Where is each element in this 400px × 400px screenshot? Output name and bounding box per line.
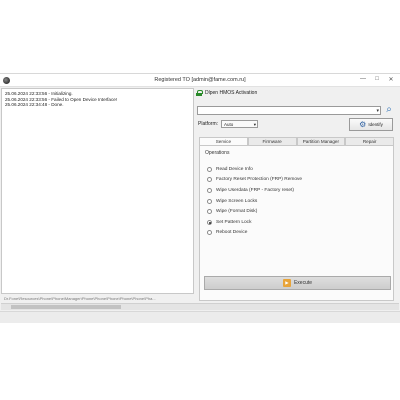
service-panel: Operations Read Device Info Factory Rese… <box>199 145 394 301</box>
operation-frp-remove[interactable]: Factory Reset Protection (FRP) Remove <box>207 175 302 186</box>
tab-partition-manager[interactable]: Partition Manager <box>296 137 346 145</box>
execute-icon: ▶ <box>282 279 291 287</box>
model-select[interactable]: ▾ <box>197 106 381 115</box>
operation-wipe-format-disk[interactable]: Wipe (Format Disk) <box>207 206 302 217</box>
title-bar: Registered TO [admin@fame.com.ru] — □ ✕ <box>0 74 400 87</box>
app-window: Registered TO [admin@fame.com.ru] — □ ✕ … <box>0 73 400 323</box>
minimize-button[interactable]: — <box>356 76 370 82</box>
lock-icon <box>196 90 203 96</box>
operation-set-pattern-lock[interactable]: Set Pattern Lock <box>207 217 302 228</box>
maximize-button[interactable]: □ <box>370 76 384 82</box>
operations-list: Read Device Info Factory Reset Protectio… <box>207 164 302 238</box>
radio-button[interactable] <box>207 187 212 193</box>
platform-select[interactable]: Auto ▾ <box>221 120 259 128</box>
tool-panel: Dlpen HMOS Activation ▾ ⌕ Platform: Auto… <box>196 88 399 303</box>
activation-link[interactable]: Dlpen HMOS Activation <box>196 89 257 97</box>
search-icon: ⌕ <box>386 104 392 115</box>
status-bar <box>0 311 400 323</box>
tab-bar: Service Firmware Partition Manager Repai… <box>199 137 394 145</box>
tab-firmware[interactable]: Firmware <box>247 137 297 145</box>
radio-button-selected[interactable] <box>207 219 212 225</box>
radio-button[interactable] <box>207 198 212 204</box>
gear-icon: ⚙ <box>359 119 367 129</box>
tab-service[interactable]: Service <box>199 137 248 145</box>
scrollbar-thumb[interactable] <box>11 305 121 309</box>
operation-label: Set Pattern Lock <box>216 219 252 225</box>
operation-wipe-userdata[interactable]: Wipe Userdata (FRP - Factory reset) <box>207 185 302 196</box>
chevron-down-icon: ▾ <box>253 122 257 127</box>
operation-label: Factory Reset Protection (FRP) Remove <box>216 177 303 183</box>
operation-label: Read Device Info <box>216 166 253 172</box>
close-button[interactable]: ✕ <box>384 76 398 83</box>
log-panel[interactable]: 25.06.2024 22:33:56 - Initializing. 25.0… <box>1 88 194 294</box>
platform-label: Platform: <box>198 121 219 127</box>
operation-wipe-screen-locks[interactable]: Wipe Screen Locks <box>207 196 302 207</box>
operation-label: Wipe Screen Locks <box>216 198 258 204</box>
search-button[interactable]: ⌕ <box>383 105 395 116</box>
platform-value: Auto <box>224 122 234 127</box>
operation-label: Reboot Device <box>216 230 248 236</box>
identify-label: Identify <box>368 122 383 127</box>
operation-reboot-device[interactable]: Reboot Device <box>207 228 302 239</box>
chevron-down-icon: ▾ <box>376 108 379 114</box>
horizontal-scrollbar[interactable] <box>1 303 399 310</box>
radio-button[interactable] <box>207 230 212 236</box>
window-title: Registered TO [admin@fame.com.ru] <box>154 77 246 83</box>
operation-label: Wipe (Format Disk) <box>216 209 258 215</box>
tab-repair[interactable]: Repair <box>345 137 394 145</box>
operation-read-device-info[interactable]: Read Device Info <box>207 164 302 175</box>
identify-button[interactable]: ⚙ Identify <box>349 118 393 131</box>
radio-button[interactable] <box>207 177 212 183</box>
log-line: 25.06.2024 22:34:48 - Done. <box>5 102 64 108</box>
radio-button[interactable] <box>207 209 212 215</box>
platform-row: Platform: Auto ▾ <box>198 120 259 128</box>
execute-label: Execute <box>293 280 313 286</box>
operations-label: Operations <box>205 150 230 156</box>
execute-button[interactable]: ▶ Execute <box>204 276 391 290</box>
activation-label: Dlpen HMOS Activation <box>205 90 258 96</box>
log-path-status: Dr.Fone\Resources\Phone\Phone\Manager\Ph… <box>4 296 156 301</box>
radio-button[interactable] <box>207 166 212 172</box>
operation-label: Wipe Userdata (FRP - Factory reset) <box>216 187 295 193</box>
